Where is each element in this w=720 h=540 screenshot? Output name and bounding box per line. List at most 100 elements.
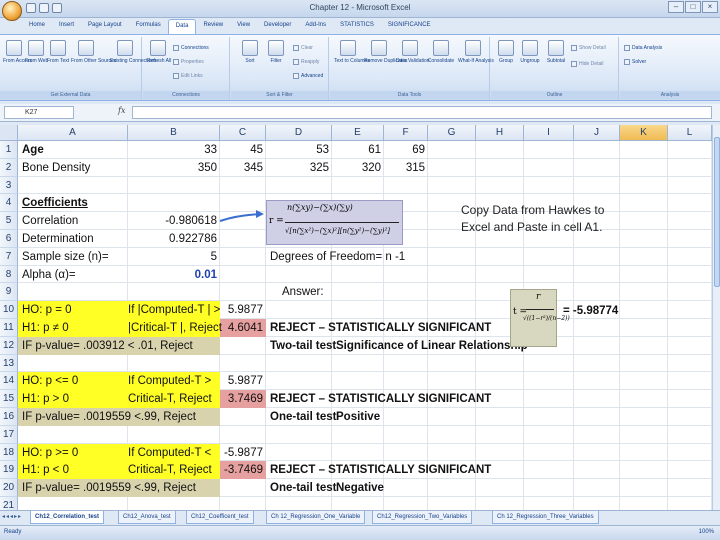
zoom-level[interactable]: 100%: [699, 529, 714, 535]
column-header-b[interactable]: B: [128, 125, 220, 141]
close-button[interactable]: ×: [702, 1, 718, 13]
cell-a2[interactable]: Bone Density: [22, 160, 90, 176]
row-header-6[interactable]: 6: [0, 230, 18, 248]
cell-a12[interactable]: IF p-value= .003912 < .01, Reject: [22, 338, 193, 354]
cell-c18[interactable]: -5.9877: [220, 445, 263, 461]
sort-button[interactable]: Sort: [239, 40, 261, 64]
row-header-16[interactable]: 16: [0, 408, 18, 426]
cell-e1[interactable]: 61: [332, 142, 381, 158]
name-box[interactable]: K27: [4, 106, 74, 119]
cell-a5[interactable]: Correlation: [22, 213, 78, 229]
column-header-a[interactable]: A: [18, 125, 128, 141]
cell-d11[interactable]: REJECT – STATISTICALLY SIGNIFICANT: [270, 320, 491, 336]
row-header-11[interactable]: 11: [0, 319, 18, 337]
sheet-tab-anova[interactable]: Ch12_Anova_test: [118, 511, 176, 524]
sheet-tab-regression-three[interactable]: Ch 12_Regression_Three_Variables: [492, 511, 599, 524]
cell-b15[interactable]: Critical-T, Reject: [128, 391, 212, 407]
refresh-all-button[interactable]: Refresh All: [147, 40, 171, 64]
formula-input[interactable]: [132, 106, 712, 119]
connections-button[interactable]: Connections: [173, 45, 209, 51]
from-access-button[interactable]: From Access: [3, 40, 32, 64]
data-analysis-button[interactable]: Data Analysis: [624, 45, 662, 51]
row-header-15[interactable]: 15: [0, 390, 18, 408]
cell-b14[interactable]: If Computed-T >: [128, 373, 211, 389]
row-header-1[interactable]: 1: [0, 141, 18, 159]
cell-b6[interactable]: 0.922786: [128, 231, 217, 247]
cell-e16[interactable]: Positive: [336, 409, 380, 425]
cell-d12[interactable]: Two-tail test: [270, 338, 336, 354]
row-header-20[interactable]: 20: [0, 479, 18, 497]
cell-a11[interactable]: H1: p ≠ 0: [22, 320, 69, 336]
from-other-sources-button[interactable]: From Other Sources: [71, 40, 116, 64]
tab-data[interactable]: Data: [167, 19, 197, 34]
row-header-19[interactable]: 19: [0, 461, 18, 480]
cell-a1[interactable]: Age: [22, 142, 44, 158]
cell-c19[interactable]: -3.7469: [220, 462, 263, 478]
cell-d16[interactable]: One-tail test: [270, 409, 336, 425]
column-header-l[interactable]: L: [668, 125, 712, 141]
t-statistic-formula-image[interactable]: t = r √((1−r²)/(n−2)): [510, 289, 570, 347]
cell-a19[interactable]: H1: p < 0: [22, 462, 69, 478]
consolidate-button[interactable]: Consolidate: [426, 40, 456, 64]
row-header-9[interactable]: 9: [0, 283, 18, 302]
cell-a8[interactable]: Alpha (α)=: [22, 267, 76, 283]
row-header-12[interactable]: 12: [0, 336, 18, 355]
tab-add-ins[interactable]: Add-Ins: [298, 19, 333, 34]
clear-button[interactable]: Clear: [293, 45, 313, 51]
cell-b8[interactable]: 0.01: [128, 267, 217, 283]
show-detail-button[interactable]: Show Detail: [571, 45, 606, 51]
row-header-17[interactable]: 17: [0, 425, 18, 444]
cell-f2[interactable]: 315: [384, 160, 425, 176]
vertical-scrollbar[interactable]: [712, 125, 720, 510]
row-header-10[interactable]: 10: [0, 301, 18, 319]
select-all-corner[interactable]: [0, 125, 18, 141]
cell-d20[interactable]: One-tail test: [270, 480, 336, 496]
row-header-3[interactable]: 3: [0, 176, 18, 195]
edit-links-button[interactable]: Edit Links: [173, 73, 203, 79]
sheet-tab-coefficient[interactable]: Ch12_Coefficent_test: [186, 511, 254, 524]
column-header-e[interactable]: E: [332, 125, 384, 141]
column-header-k[interactable]: K: [620, 125, 668, 141]
cell-d2[interactable]: 325: [266, 160, 329, 176]
cell-a10[interactable]: HO: p = 0: [22, 302, 72, 318]
hide-detail-button[interactable]: Hide Detail: [571, 61, 603, 67]
from-web-button[interactable]: From Web: [25, 40, 48, 64]
worksheet-grid[interactable]: A B C D E F G H I J K L 1 2 3 4 5 6 7 8 9 10 11 12 13 14 15 16 17 18 1…: [0, 125, 712, 510]
cell-c2[interactable]: 345: [220, 160, 263, 176]
advanced-button[interactable]: Advanced: [293, 73, 323, 79]
column-header-i[interactable]: I: [524, 125, 574, 141]
sheet-tab-correlation[interactable]: Ch12_Correlation_test: [30, 511, 105, 524]
row-header-2[interactable]: 2: [0, 158, 18, 177]
cell-c15[interactable]: 3.7469: [220, 391, 263, 407]
cell-b2[interactable]: 350: [128, 160, 217, 176]
existing-connections-button[interactable]: Existing Connections: [110, 40, 157, 64]
cell-a18[interactable]: HO: p >= 0: [22, 445, 78, 461]
cell-a15[interactable]: H1: p > 0: [22, 391, 69, 407]
cell-b11[interactable]: |Critical-T |, Reject: [128, 320, 222, 336]
what-if-analysis-button[interactable]: What-If Analysis: [458, 40, 494, 64]
from-text-button[interactable]: From Text: [47, 40, 69, 64]
cell-a16[interactable]: IF p-value= .0019559 <.99, Reject: [22, 409, 196, 425]
cell-e2[interactable]: 320: [332, 160, 381, 176]
cell-a4[interactable]: Coefficients: [22, 195, 88, 211]
row-header-13[interactable]: 13: [0, 354, 18, 373]
row-header-14[interactable]: 14: [0, 372, 18, 391]
tab-insert[interactable]: Insert: [52, 19, 81, 34]
row-header-4[interactable]: 4: [0, 194, 18, 213]
cell-a20[interactable]: IF p-value= .0019559 <.99, Reject: [22, 480, 196, 496]
text-to-columns-button[interactable]: Text to Columns: [334, 40, 370, 64]
cell-d7[interactable]: Degrees of Freedom= n -1: [270, 249, 405, 265]
maximize-button[interactable]: □: [685, 1, 701, 13]
column-header-d[interactable]: D: [266, 125, 332, 141]
solver-button[interactable]: Solver: [624, 59, 646, 65]
cell-b19[interactable]: Critical-T, Reject: [128, 462, 212, 478]
filter-button[interactable]: Filter: [265, 40, 287, 64]
data-validation-button[interactable]: Data Validation: [396, 40, 430, 64]
t-statistic-result[interactable]: = -5.98774: [563, 303, 618, 319]
tab-statistics[interactable]: STATISTICS: [333, 19, 381, 34]
cell-c14[interactable]: 5.9877: [220, 373, 263, 389]
remove-duplicates-button[interactable]: Remove Duplicates: [364, 40, 407, 64]
cell-e12[interactable]: Significance of Linear Relationship: [336, 338, 528, 354]
tab-home[interactable]: Home: [22, 19, 52, 34]
sheet-tab-regression-one[interactable]: Ch 12_Regression_One_Variable: [266, 511, 366, 524]
